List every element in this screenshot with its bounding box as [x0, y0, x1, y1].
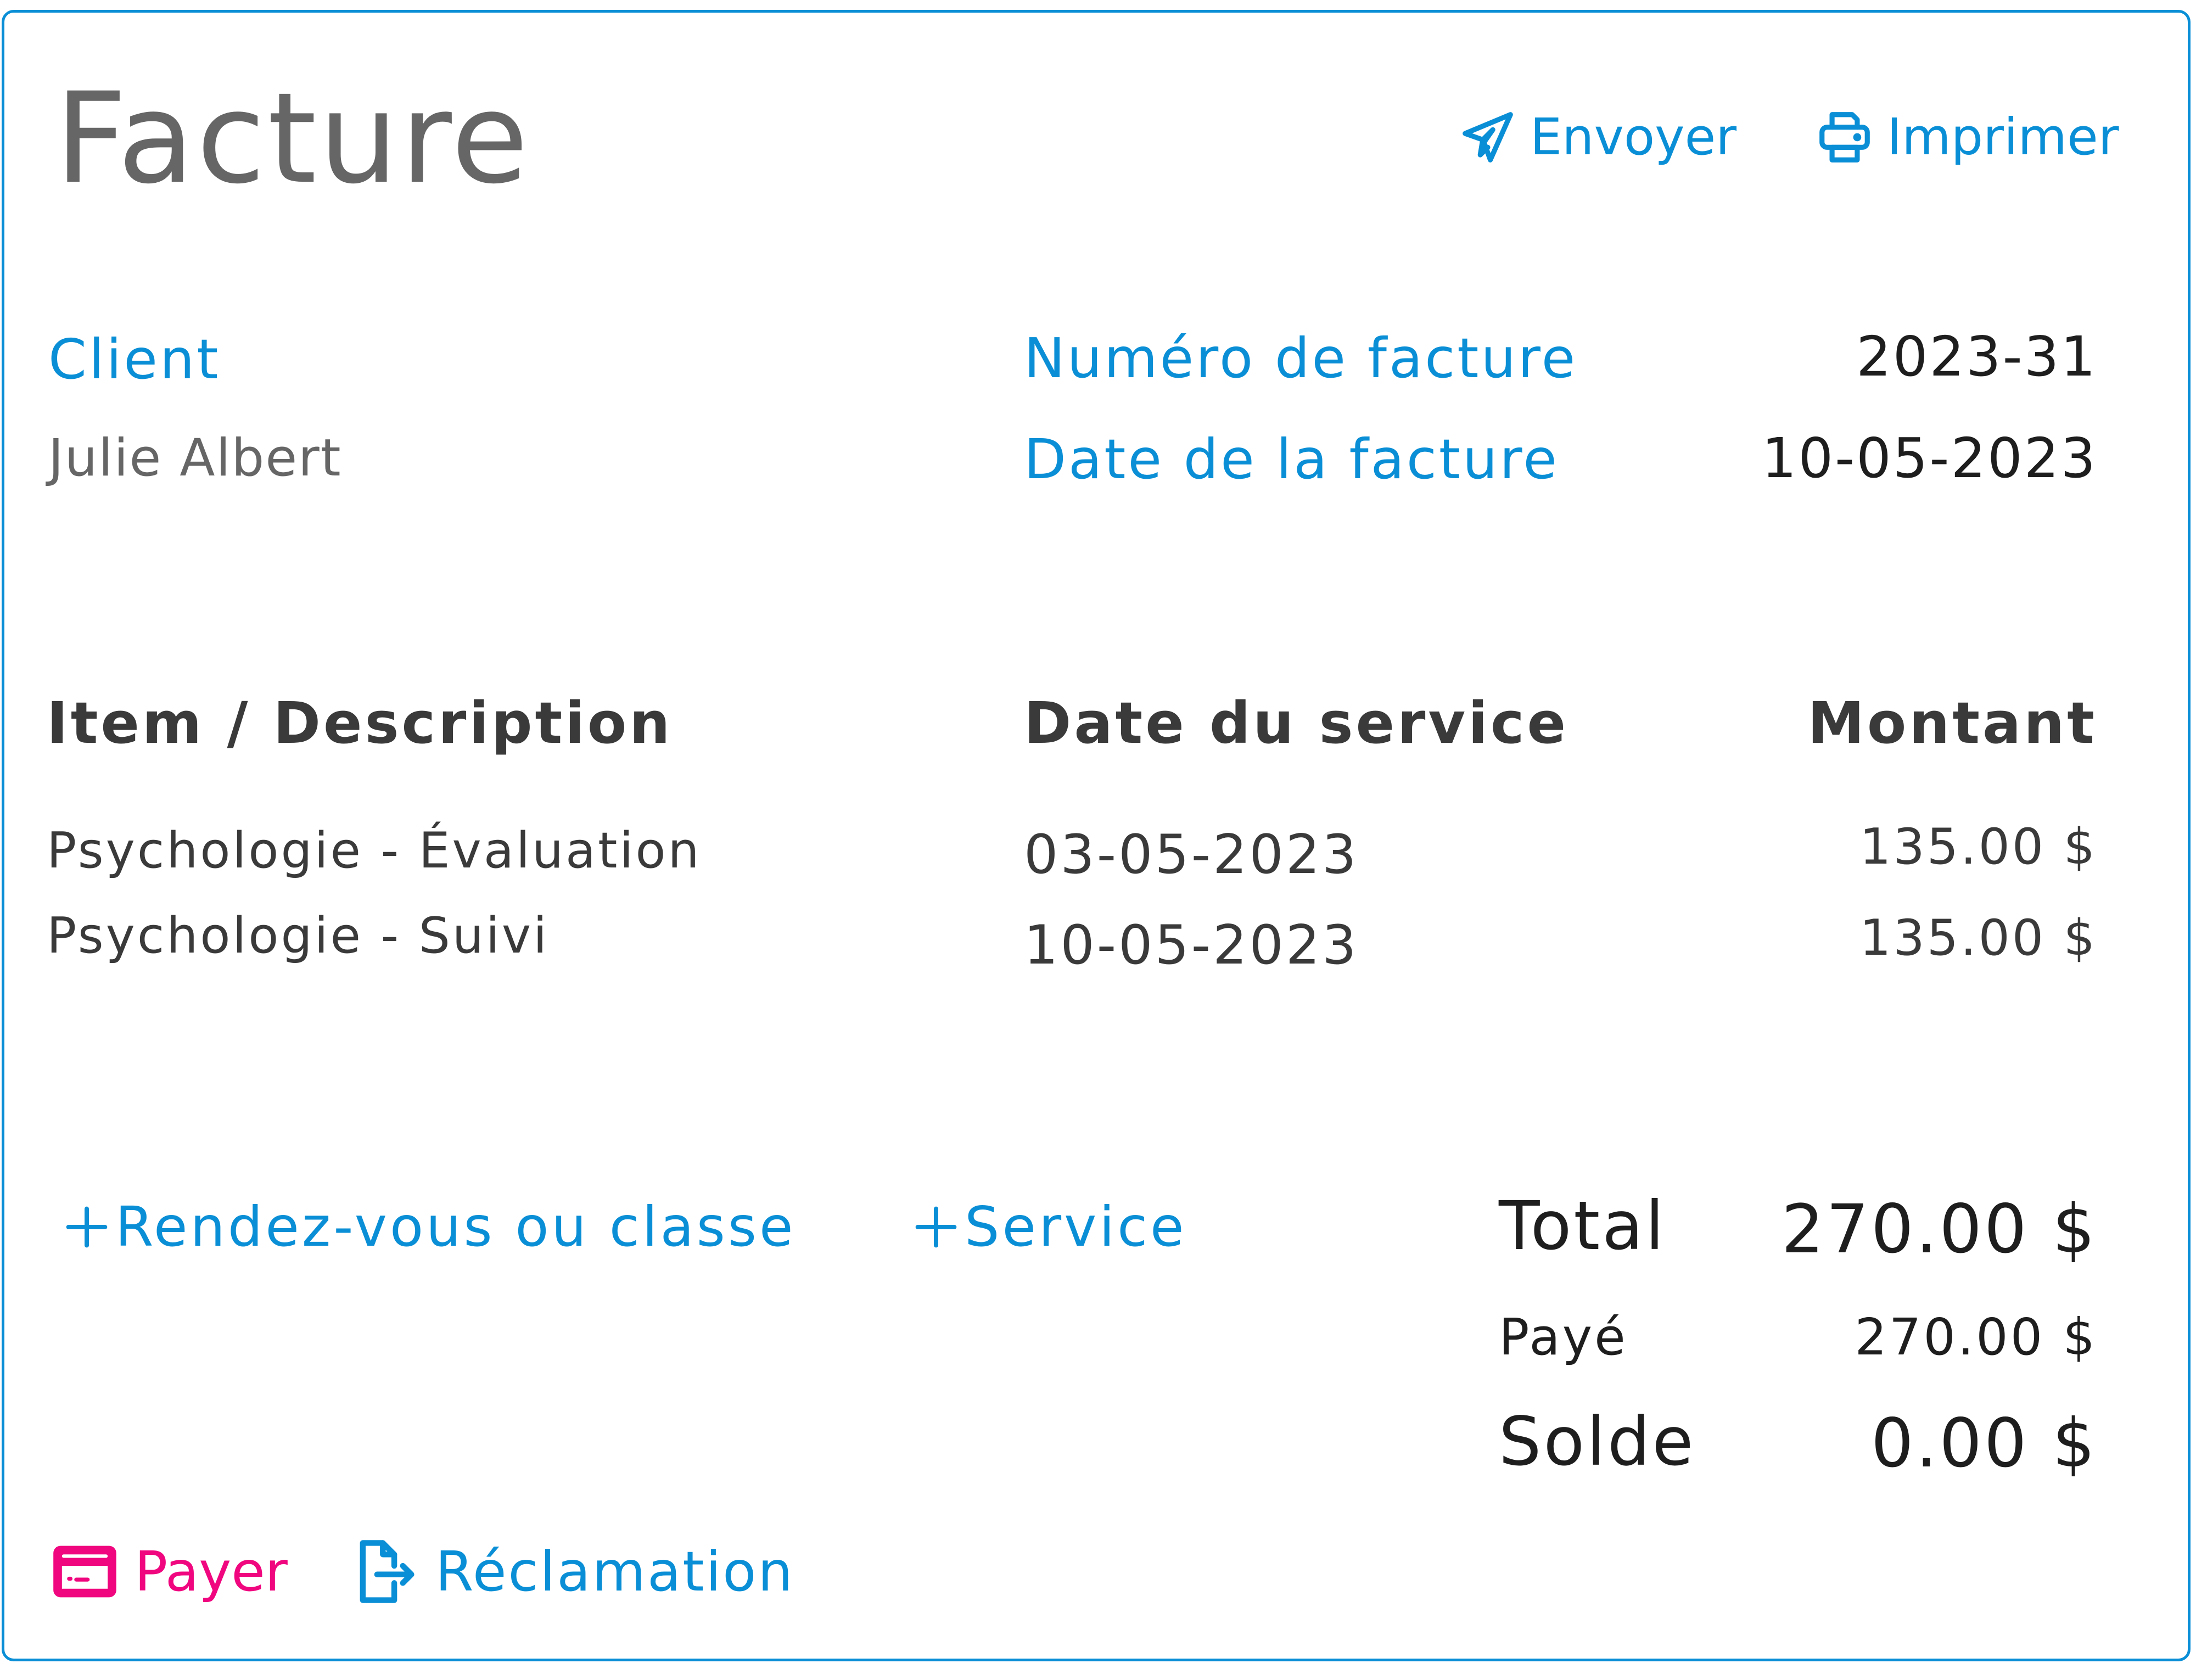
- total-value: 270.00 $: [1781, 1190, 2097, 1268]
- claim-label: Réclamation: [435, 1539, 794, 1604]
- add-service-button[interactable]: Service: [914, 1200, 1187, 1255]
- column-header-amount: Montant: [1807, 690, 2097, 757]
- row-amount: 135.00 $: [1859, 818, 2097, 876]
- add-appointment-label: Rendez-vous ou classe: [115, 1195, 796, 1259]
- invoice-date-label: Date de la facture: [1024, 427, 1559, 491]
- paid-label: Payé: [1499, 1308, 1628, 1367]
- column-header-description: Item / Description: [47, 690, 673, 757]
- row-service-date: 10-05-2023: [1024, 914, 1359, 977]
- client-name[interactable]: Julie Albert: [48, 433, 342, 484]
- print-button[interactable]: Imprimer: [1814, 107, 2119, 167]
- paid-value: 270.00 $: [1855, 1308, 2097, 1367]
- add-service-label: Service: [965, 1195, 1187, 1259]
- column-header-service-date: Date du service: [1024, 690, 1569, 757]
- claim-button[interactable]: Réclamation: [351, 1537, 794, 1606]
- pay-label: Payer: [135, 1539, 288, 1604]
- file-export-icon: [360, 1540, 414, 1603]
- printer-icon: [1819, 112, 1870, 163]
- row-description: Psychologie - Évaluation: [47, 822, 702, 880]
- invoice-date-value: 10-05-2023: [1761, 426, 2097, 490]
- plus-icon: [66, 1206, 108, 1248]
- print-label: Imprimer: [1887, 108, 2119, 166]
- send-label: Envoyer: [1530, 108, 1737, 166]
- invoice-number-label: Numéro de facture: [1024, 326, 1578, 390]
- row-service-date: 03-05-2023: [1024, 824, 1359, 886]
- balance-value: 0.00 $: [1870, 1404, 2097, 1482]
- credit-card-icon: [53, 1545, 116, 1598]
- paper-plane-icon: [1463, 112, 1513, 163]
- pay-button[interactable]: Payer: [51, 1537, 288, 1606]
- send-button[interactable]: Envoyer: [1458, 107, 1736, 167]
- balance-label: Solde: [1499, 1403, 1696, 1481]
- plus-icon: [915, 1206, 957, 1248]
- total-label: Total: [1499, 1187, 1666, 1265]
- page-title: Facture: [55, 65, 531, 211]
- invoice-number-value: 2023-31: [1856, 324, 2097, 389]
- add-appointment-button[interactable]: Rendez-vous ou classe: [65, 1200, 796, 1255]
- row-amount: 135.00 $: [1859, 909, 2097, 967]
- client-label: Client: [48, 327, 221, 391]
- row-description: Psychologie - Suivi: [47, 907, 550, 965]
